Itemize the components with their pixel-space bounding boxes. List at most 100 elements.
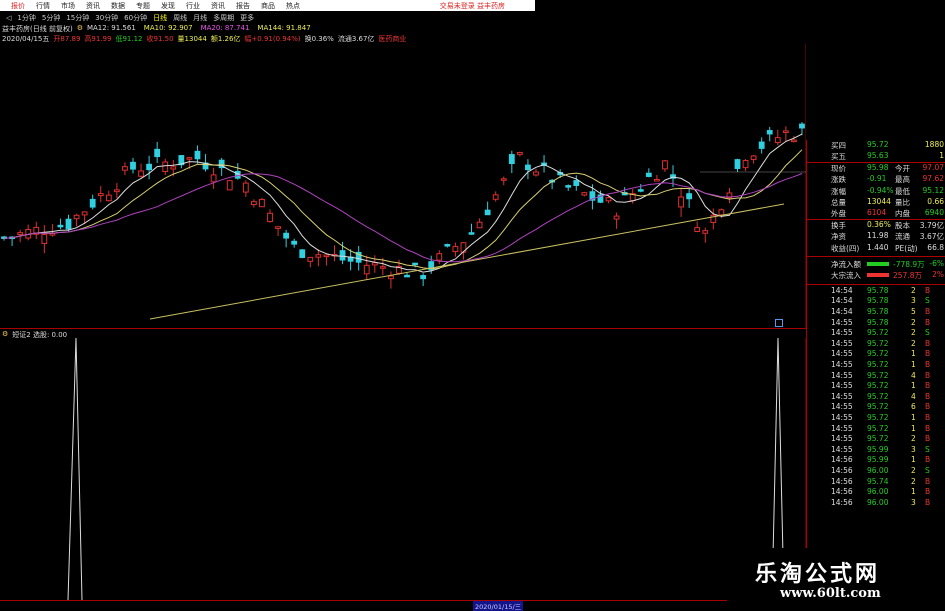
bar-info-value: 幅+0.91(0.94%)	[244, 35, 301, 43]
menu-item[interactable]: 专题	[136, 1, 150, 11]
period-tab[interactable]: 30分钟	[95, 13, 118, 23]
tick-flag: B	[925, 381, 931, 391]
candle-body	[637, 189, 644, 192]
tick-row: 14:55 95.72 4 B	[831, 392, 945, 403]
quote-value: 66.8	[927, 242, 944, 252]
candle-body	[73, 214, 80, 220]
candle-body	[702, 230, 709, 234]
period-tab[interactable]: 周线	[173, 13, 187, 23]
axis-date-cursor: 2020/01/15/三	[473, 601, 524, 611]
flow-pct: 2%	[932, 270, 944, 280]
candlestick-chart[interactable]	[0, 44, 806, 328]
tick-volume: 2	[911, 466, 916, 475]
candle-body	[226, 180, 233, 191]
quote-value: 95.12	[922, 185, 944, 195]
ma-value: MA20: 87.741	[200, 24, 250, 32]
menu-item[interactable]: 发现	[161, 1, 175, 11]
tick-price: 95.99	[867, 455, 889, 465]
account-status[interactable]: 交易未登录 益丰药房	[440, 1, 505, 11]
quote-value: 1.440	[867, 242, 889, 252]
quote-value: 95.63	[867, 151, 889, 161]
quote-row: 买四 95.72 1880	[807, 140, 945, 151]
quote-extra: 1	[939, 151, 944, 161]
candle-body	[581, 192, 588, 196]
tick-price: 95.72	[867, 349, 889, 359]
tick-row: 14:56 96.00 1 B	[831, 487, 945, 498]
tick-flag: B	[925, 455, 931, 465]
tick-flag: B	[925, 476, 931, 486]
bar-info-value: 低91.12	[115, 35, 143, 43]
menu-item[interactable]: 商品	[261, 1, 275, 11]
tick-price: 95.74	[867, 476, 889, 486]
period-tab[interactable]: 更多	[240, 13, 254, 23]
candle-body	[500, 178, 507, 181]
candle-body	[81, 211, 88, 216]
tick-volume: 1	[911, 487, 916, 497]
menu-item[interactable]: 数据	[111, 1, 125, 11]
tick-time: 14:55	[831, 413, 853, 422]
pane-toggle-icon[interactable]	[775, 319, 783, 327]
menu-item[interactable]: 市场	[61, 1, 75, 11]
quote-label: 换手	[831, 220, 846, 230]
menu-item[interactable]: 行业	[186, 1, 200, 11]
candle-body	[799, 123, 805, 129]
period-tab[interactable]: 5分钟	[42, 13, 60, 23]
menu-item[interactable]: 热点	[286, 1, 300, 11]
tick-flag: S	[925, 466, 930, 475]
tick-row: 14:54 95.78 3 S	[831, 296, 945, 307]
tick-volume: 2	[911, 338, 916, 348]
tick-row: 14:55 95.72 1 B	[831, 349, 945, 360]
menu-item[interactable]: 报价	[11, 1, 25, 11]
ma-value: MA144: 91.847	[257, 24, 311, 32]
menu-item[interactable]: 资讯	[211, 1, 225, 11]
candle-body	[138, 170, 144, 177]
candle-body	[122, 166, 128, 171]
candle-body	[379, 266, 386, 269]
period-tab[interactable]: 60分钟	[124, 13, 147, 23]
long-moving-average-line	[149, 203, 785, 320]
candle-body	[436, 253, 443, 261]
menu-item[interactable]: 资讯	[86, 1, 100, 11]
candle-body	[645, 172, 652, 177]
tick-volume: 5	[911, 307, 916, 316]
tick-volume: 2	[911, 434, 916, 444]
quote-separator	[807, 283, 945, 285]
tick-price: 95.72	[867, 370, 889, 380]
quote-row: 换手 0.36% 股本 3.79亿	[807, 220, 945, 231]
candle-body	[210, 174, 217, 183]
tick-time: 14:55	[831, 328, 853, 338]
candle-body	[259, 198, 265, 208]
period-tab[interactable]: 1分钟	[17, 13, 35, 23]
tick-volume: 1	[911, 381, 916, 391]
candle-body	[766, 130, 773, 135]
candle-body	[130, 161, 136, 170]
candle-body	[662, 160, 668, 170]
candle-body	[694, 227, 701, 232]
period-tab[interactable]: 日线	[153, 13, 167, 23]
tick-time: 14:55	[831, 434, 853, 444]
tick-row: 14:55 95.72 6 B	[831, 402, 945, 413]
candle-body	[97, 193, 104, 197]
menu-item[interactable]: 行情	[36, 1, 50, 11]
period-tab[interactable]: 多周期	[213, 13, 234, 23]
quote-value: 13044	[867, 197, 891, 206]
settings-icon[interactable]: ⚙	[77, 24, 83, 34]
candle-body	[525, 164, 531, 171]
stock-name-label: 益丰药房(日线 前复权)	[2, 25, 73, 33]
quote-label: 涨跌	[831, 175, 846, 185]
tick-time: 14:55	[831, 338, 853, 348]
tick-time: 14:55	[831, 360, 853, 369]
period-prev-icon[interactable]: ◁	[6, 14, 11, 22]
candle-body	[444, 244, 451, 247]
period-tab[interactable]: 15分钟	[66, 13, 89, 23]
indicator-chart[interactable]	[0, 338, 806, 600]
period-tab[interactable]: 月线	[193, 13, 207, 23]
quote-value: 0.36%	[867, 219, 891, 229]
tick-price: 95.72	[867, 423, 889, 433]
candle-body	[291, 240, 298, 245]
ma-values: MA12: 91.561 MA10: 92.907 MA20: 87.741 MA14…	[87, 24, 311, 34]
tick-time: 14:55	[831, 381, 853, 391]
quote-separator	[807, 256, 945, 257]
candle-body	[194, 150, 201, 160]
menu-item[interactable]: 报告	[236, 1, 250, 11]
